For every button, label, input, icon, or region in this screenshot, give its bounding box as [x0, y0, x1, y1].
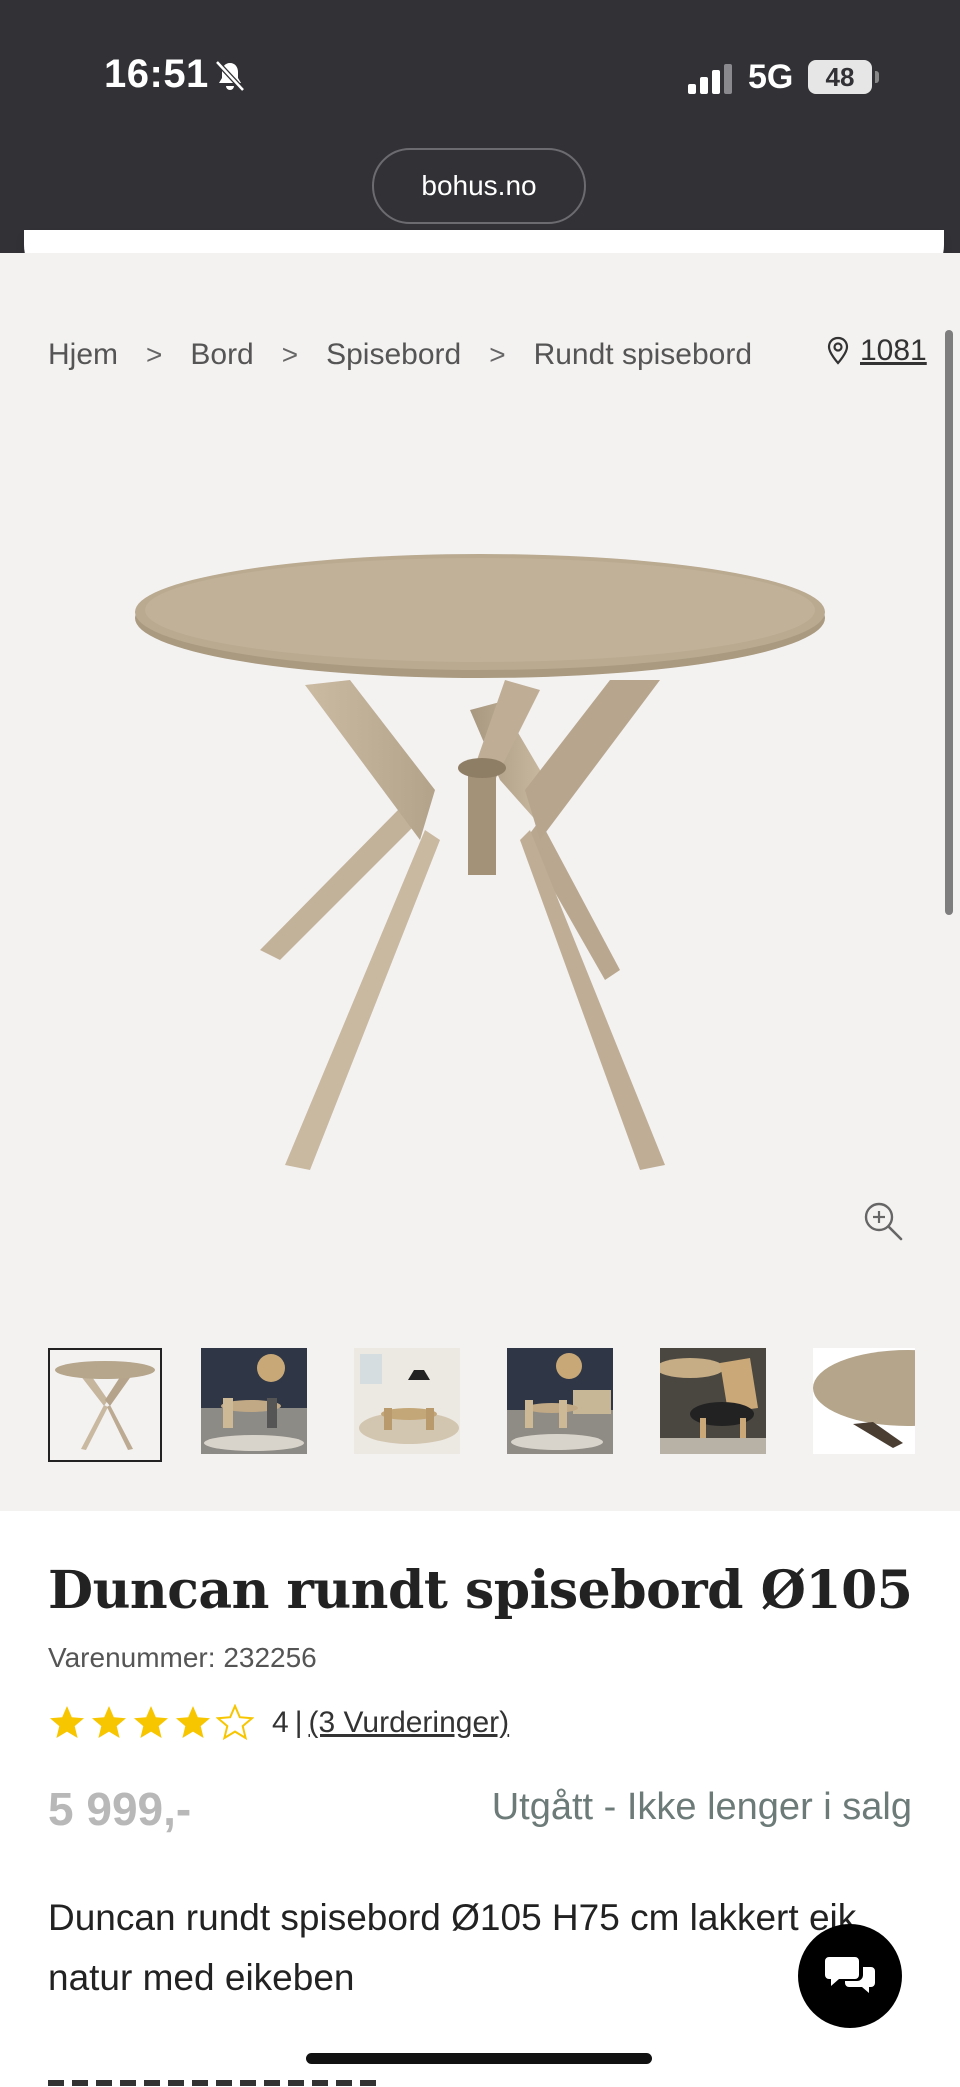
rating-row: 4 | (3 Vurderinger) [48, 1704, 509, 1742]
chat-bubbles-icon [825, 1957, 875, 1993]
thumbnail-5[interactable] [660, 1348, 766, 1454]
product-description: Duncan rundt spisebord Ø105 H75 cm lakke… [48, 1897, 857, 1998]
home-indicator [306, 2053, 652, 2064]
thumbnail-1[interactable] [48, 1348, 162, 1462]
star-filled-icon [92, 1706, 126, 1738]
dining-room-photo [354, 1348, 460, 1454]
chat-button[interactable] [798, 1924, 902, 2028]
breadcrumb: Hjem > Bord > Spisebord > Rundt spisebor… [48, 338, 752, 372]
rating-value: 4 [272, 1706, 289, 1739]
signal-icon [688, 64, 732, 94]
product-price: 5 999,- [48, 1783, 192, 1835]
battery-indicator: 48 [808, 60, 879, 94]
location-pin-icon [827, 336, 849, 365]
breadcrumb-item-home[interactable]: Hjem [48, 338, 118, 372]
thumbnail-4[interactable] [507, 1348, 613, 1454]
store-selector[interactable]: 1081 [826, 334, 927, 368]
url-bar[interactable]: bohus.no [372, 148, 586, 224]
thumbnail-2[interactable] [201, 1348, 307, 1454]
chair-closeup-photo [660, 1348, 766, 1454]
zoom-in-icon[interactable] [862, 1200, 904, 1242]
star-filled-icon [134, 1706, 168, 1738]
chevron-right-icon: > [281, 339, 299, 370]
scrollbar[interactable] [945, 330, 953, 915]
section-heading-cutoff [48, 2068, 378, 2087]
breadcrumb-item-spisebord[interactable]: Spisebord [326, 338, 461, 372]
table-detail-photo [813, 1348, 915, 1454]
rating-stars [48, 1704, 258, 1742]
table-thumbnail-image [50, 1350, 160, 1460]
breadcrumb-item-bord[interactable]: Bord [190, 338, 253, 372]
chevron-right-icon: > [489, 339, 506, 370]
dining-room-photo [507, 1348, 613, 1454]
status-time: 16:51 [104, 52, 209, 96]
bell-muted-icon [215, 60, 245, 92]
reviews-link[interactable]: (3 Vurderinger) [308, 1706, 509, 1740]
breadcrumb-item-rundt-spisebord[interactable]: Rundt spisebord [534, 338, 752, 372]
store-label[interactable]: 1081 [860, 334, 927, 368]
dining-room-photo [201, 1348, 307, 1454]
star-empty-icon [216, 1704, 254, 1741]
chevron-right-icon: > [146, 339, 163, 370]
rating-separator: | [294, 1706, 303, 1739]
thumbnail-strip [48, 1348, 915, 1462]
network-label: 5G [748, 58, 794, 96]
availability-status: Utgått - Ikke lenger i salg [491, 1786, 912, 1828]
thumbnail-3[interactable] [354, 1348, 460, 1454]
star-filled-icon [50, 1706, 84, 1738]
product-image[interactable] [120, 540, 840, 1180]
browser-top-bar: 16:51 5G 48 bohus.no [0, 0, 960, 253]
star-filled-icon [176, 1706, 210, 1738]
product-title: Duncan rundt spisebord Ø105 [48, 1560, 913, 1621]
thumbnail-6[interactable] [813, 1348, 915, 1454]
product-sku: Varenummer: 232256 [48, 1642, 317, 1673]
